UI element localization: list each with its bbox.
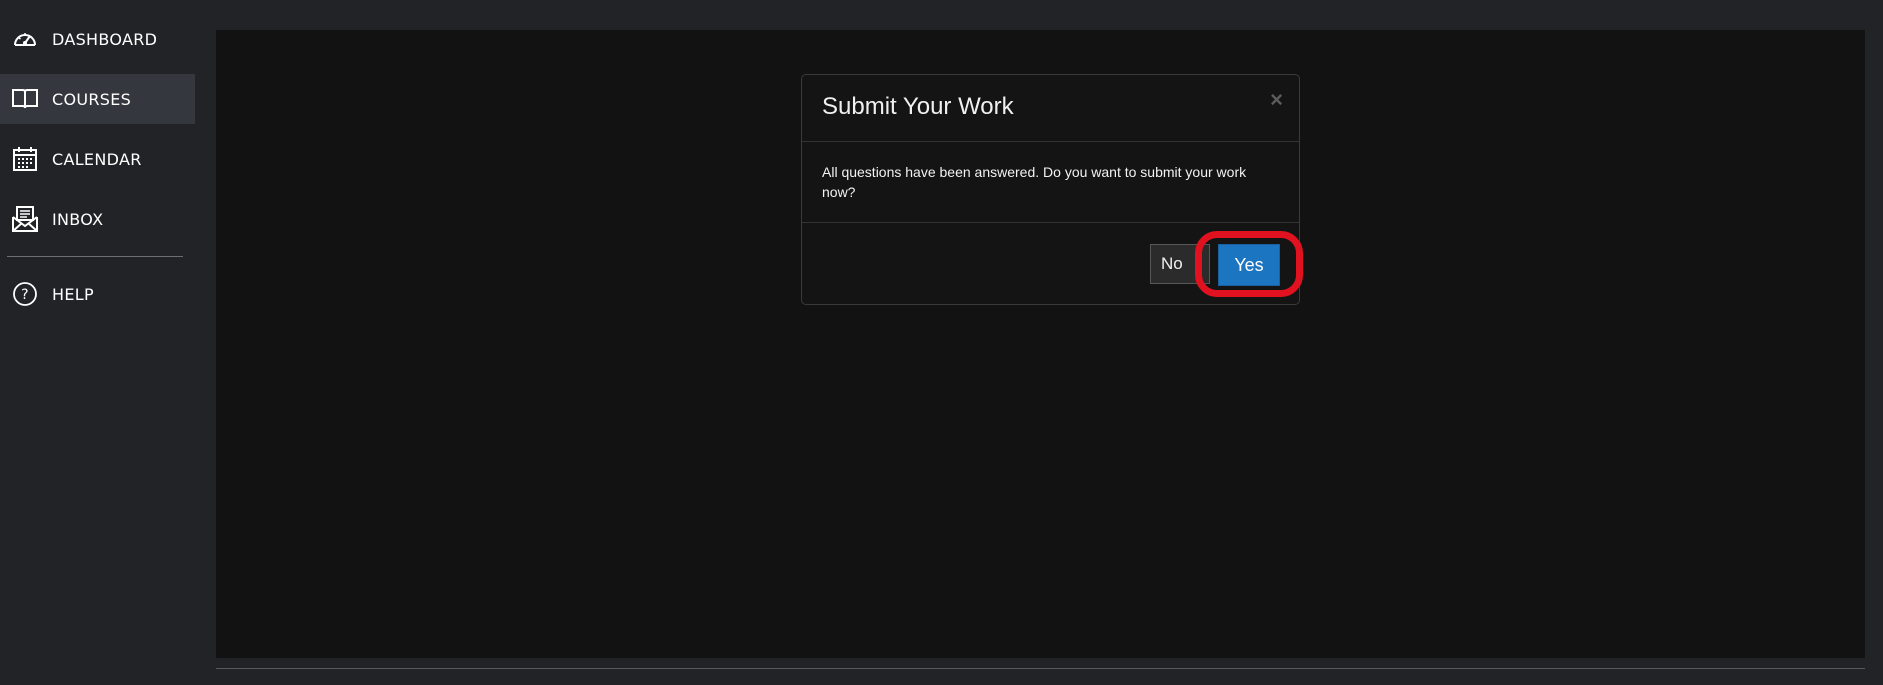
book-icon — [11, 85, 39, 113]
calendar-icon — [11, 145, 39, 173]
yes-button[interactable]: Yes — [1218, 244, 1280, 286]
sidebar-item-dashboard[interactable]: DASHBOARD — [0, 14, 195, 64]
submit-work-dialog: Submit Your Work × All questions have be… — [801, 74, 1300, 305]
dialog-message: All questions have been answered. Do you… — [822, 164, 1247, 200]
sidebar-item-label: INBOX — [52, 209, 104, 229]
sidebar-item-help[interactable]: ? HELP — [0, 269, 195, 319]
sidebar-item-calendar[interactable]: CALENDAR — [0, 134, 195, 184]
sidebar-item-label: COURSES — [52, 89, 132, 109]
no-button[interactable]: No — [1150, 244, 1210, 284]
dialog-title: Submit Your Work — [822, 93, 1014, 120]
sidebar-item-inbox[interactable]: INBOX — [0, 194, 195, 244]
svg-text:?: ? — [21, 287, 29, 303]
help-circle-icon: ? — [11, 280, 39, 308]
content-divider — [216, 668, 1865, 669]
dialog-body: All questions have been answered. Do you… — [802, 142, 1299, 223]
dialog-header: Submit Your Work × — [802, 75, 1299, 142]
speedometer-icon — [11, 25, 39, 53]
sidebar-item-label: HELP — [52, 284, 94, 304]
close-icon[interactable]: × — [1270, 87, 1283, 113]
sidebar-divider — [7, 256, 183, 257]
inbox-icon — [11, 205, 39, 233]
sidebar-item-label: CALENDAR — [52, 149, 142, 169]
sidebar-item-label: DASHBOARD — [52, 29, 158, 49]
sidebar: DASHBOARD COURSES CALENDAR INBOX ? HELP — [0, 0, 196, 685]
dialog-footer: No Yes — [802, 223, 1299, 306]
sidebar-item-courses[interactable]: COURSES — [0, 74, 195, 124]
